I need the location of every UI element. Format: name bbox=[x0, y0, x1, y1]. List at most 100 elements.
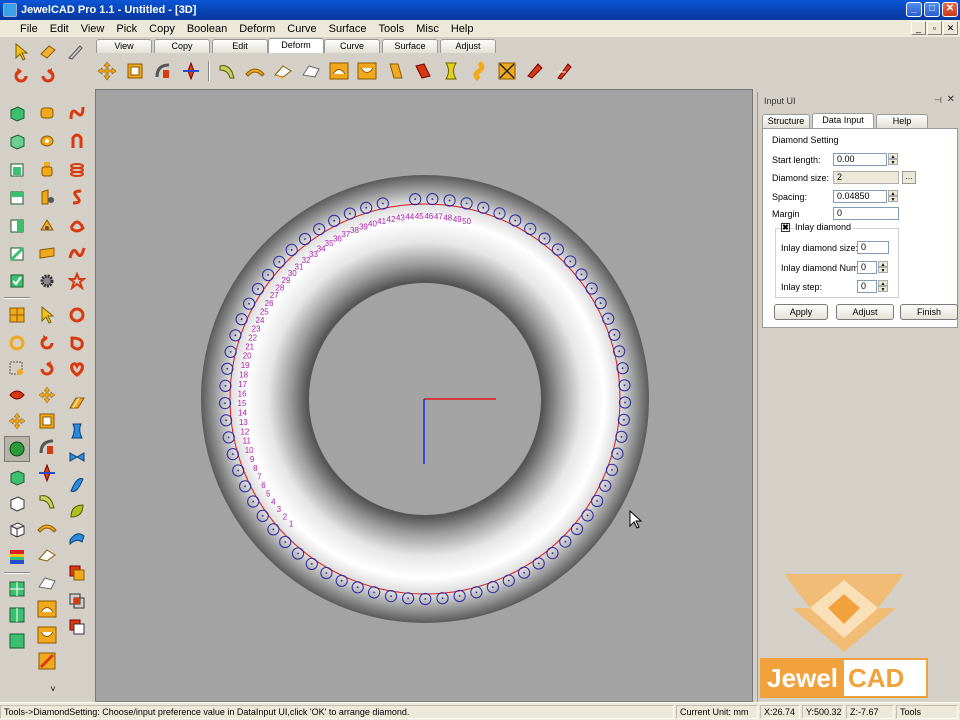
tab-view[interactable]: View bbox=[96, 39, 152, 53]
inlay-size-input[interactable]: 0 bbox=[857, 241, 889, 254]
tab-curve[interactable]: Curve bbox=[324, 39, 380, 53]
project-icon[interactable] bbox=[496, 60, 518, 82]
layout-1-icon[interactable] bbox=[4, 628, 30, 654]
mdi-close-button[interactable]: ✕ bbox=[943, 21, 958, 35]
eraser-icon[interactable] bbox=[37, 41, 59, 63]
box-iso-icon[interactable] bbox=[4, 240, 30, 266]
arrows-icon[interactable] bbox=[4, 408, 30, 434]
vase-surface-icon[interactable] bbox=[64, 418, 90, 444]
adjust-button[interactable]: Adjust bbox=[836, 304, 894, 320]
gear-icon[interactable] bbox=[34, 268, 60, 294]
tube-icon[interactable] bbox=[34, 128, 60, 154]
loop-curve-icon[interactable] bbox=[64, 212, 90, 238]
menu-edit[interactable]: Edit bbox=[44, 23, 75, 35]
inlay-num-input[interactable]: 0 bbox=[857, 261, 877, 274]
hook-curve-icon[interactable] bbox=[64, 128, 90, 154]
shape-icon[interactable] bbox=[468, 60, 490, 82]
box-check-icon[interactable] bbox=[4, 268, 30, 294]
move-icon[interactable] bbox=[96, 60, 118, 82]
move2-icon[interactable] bbox=[34, 382, 60, 408]
tab-edit[interactable]: Edit bbox=[212, 39, 268, 53]
wire-box-icon[interactable] bbox=[4, 490, 30, 516]
3d-viewport[interactable]: 1 2 3 4 5 6 7 8 9 10 11 12 13 14 15 16 17 18 19 20 21 22 23 24 2… bbox=[95, 89, 753, 702]
bow-surface-icon[interactable] bbox=[64, 444, 90, 470]
menu-surface[interactable]: Surface bbox=[323, 23, 373, 35]
spiral-curve-icon[interactable] bbox=[64, 100, 90, 126]
menu-misc[interactable]: Misc bbox=[410, 23, 445, 35]
heart-curve-icon[interactable] bbox=[64, 356, 90, 382]
subtract-icon[interactable] bbox=[64, 614, 90, 640]
bottle-icon[interactable] bbox=[34, 156, 60, 182]
close-button[interactable]: ✕ bbox=[942, 2, 958, 17]
morph-box-icon[interactable] bbox=[356, 60, 378, 82]
menu-boolean[interactable]: Boolean bbox=[181, 23, 233, 35]
star-curve-icon[interactable] bbox=[64, 268, 90, 294]
cut-icon[interactable] bbox=[524, 60, 546, 82]
tab-surface[interactable]: Surface bbox=[382, 39, 438, 53]
coil-icon[interactable] bbox=[64, 156, 90, 182]
cut2-icon[interactable] bbox=[34, 648, 60, 674]
wave-curve-icon[interactable] bbox=[64, 240, 90, 266]
morph3-icon[interactable] bbox=[34, 622, 60, 648]
diamond-size-input[interactable]: 2 bbox=[833, 171, 899, 184]
redo2-icon[interactable] bbox=[34, 356, 60, 382]
taper2-icon[interactable] bbox=[34, 542, 60, 568]
arc2-icon[interactable] bbox=[34, 514, 60, 540]
menu-pick[interactable]: Pick bbox=[110, 23, 143, 35]
finish-button[interactable]: Finish bbox=[900, 304, 958, 320]
maximize-button[interactable]: □ bbox=[924, 2, 940, 17]
gem-icon[interactable] bbox=[4, 382, 30, 408]
tab-data-input[interactable]: Data Input bbox=[812, 113, 874, 129]
flip-icon[interactable] bbox=[412, 60, 434, 82]
taper-icon[interactable] bbox=[272, 60, 294, 82]
zoom-select-icon[interactable] bbox=[4, 356, 30, 382]
menu-tools[interactable]: Tools bbox=[373, 23, 411, 35]
rotate2-icon[interactable] bbox=[34, 434, 60, 460]
tab-structure[interactable]: Structure bbox=[762, 114, 810, 128]
intersect-icon[interactable] bbox=[64, 588, 90, 614]
fold-surface-icon[interactable] bbox=[64, 524, 90, 550]
arc-bend-icon[interactable] bbox=[244, 60, 266, 82]
cube-icon[interactable] bbox=[4, 100, 30, 126]
menu-curve[interactable]: Curve bbox=[281, 23, 322, 35]
pin-icon[interactable]: ⊣ bbox=[934, 95, 942, 106]
box-side-icon[interactable] bbox=[4, 212, 30, 238]
sphere-icon[interactable] bbox=[4, 436, 30, 462]
cylinder-icon[interactable] bbox=[34, 100, 60, 126]
menu-help[interactable]: Help bbox=[445, 23, 480, 35]
knife-icon[interactable] bbox=[64, 41, 86, 63]
twist-surface-icon[interactable] bbox=[64, 472, 90, 498]
bend2-icon[interactable] bbox=[34, 488, 60, 514]
menu-copy[interactable]: Copy bbox=[143, 23, 181, 35]
tab-deform[interactable]: Deform bbox=[268, 38, 324, 53]
scale2-icon[interactable] bbox=[34, 408, 60, 434]
scale-box-icon[interactable] bbox=[328, 60, 350, 82]
rotate-icon[interactable] bbox=[152, 60, 174, 82]
palette-more-icon[interactable]: ˅ bbox=[40, 682, 66, 696]
menu-file[interactable]: File bbox=[14, 23, 44, 35]
morph2-icon[interactable] bbox=[34, 596, 60, 622]
inlay-step-input[interactable]: 0 bbox=[857, 280, 877, 293]
tab-adjust[interactable]: Adjust bbox=[440, 39, 496, 53]
start-length-spinner[interactable]: ▲ ▼ bbox=[888, 153, 898, 166]
spacing-input[interactable]: 0.04850 bbox=[833, 190, 887, 203]
twist2-icon[interactable] bbox=[34, 460, 60, 486]
grid-box-icon[interactable] bbox=[4, 302, 30, 328]
teardrop-curve-icon[interactable] bbox=[64, 330, 90, 356]
minimize-button[interactable]: _ bbox=[906, 2, 922, 17]
cube-wire-icon[interactable] bbox=[4, 128, 30, 154]
inlay-num-spinner[interactable]: ▲ ▼ bbox=[878, 261, 888, 274]
start-length-input[interactable]: 0.00 bbox=[833, 153, 887, 166]
margin-input[interactable]: 0 bbox=[833, 207, 899, 220]
undo2-icon[interactable] bbox=[34, 330, 60, 356]
shear2-icon[interactable] bbox=[34, 570, 60, 596]
panel-close-icon[interactable]: ✕ bbox=[947, 94, 955, 105]
select-arrow-icon[interactable] bbox=[10, 41, 32, 63]
extrude-icon[interactable] bbox=[34, 212, 60, 238]
menu-view[interactable]: View bbox=[75, 23, 111, 35]
wire-box2-icon[interactable] bbox=[4, 516, 30, 542]
spacing-spinner[interactable]: ▲ ▼ bbox=[888, 190, 898, 203]
s-curve-icon[interactable] bbox=[64, 184, 90, 210]
ring-tool-icon[interactable] bbox=[4, 330, 30, 356]
layout-4-icon[interactable] bbox=[4, 576, 30, 602]
